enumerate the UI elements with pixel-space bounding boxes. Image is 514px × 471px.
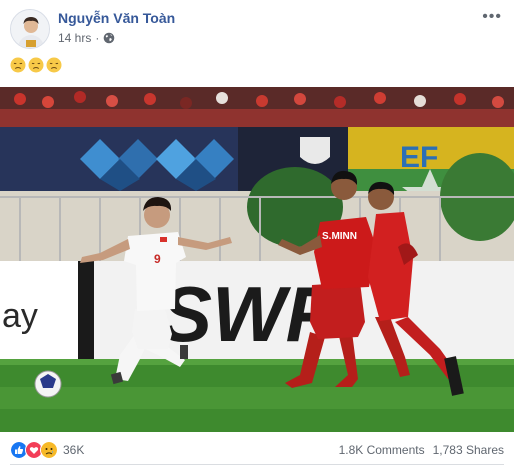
footer-divider bbox=[10, 464, 504, 465]
author-name[interactable]: Nguyễn Văn Toàn bbox=[58, 10, 175, 26]
disappointed-face-icon bbox=[46, 57, 62, 73]
disappointed-face-icon bbox=[28, 57, 44, 73]
football bbox=[34, 370, 62, 398]
sad-reaction-icon bbox=[40, 441, 58, 459]
reaction-count[interactable]: 36K bbox=[63, 443, 84, 457]
reaction-summary[interactable]: 36K bbox=[10, 441, 84, 459]
shares-count[interactable]: 1,783 Shares bbox=[433, 443, 504, 457]
post-timestamp[interactable]: 14 hrs bbox=[58, 31, 91, 45]
post-stats: 1.8K Comments 1,783 Shares bbox=[339, 443, 504, 457]
banner-text: EF bbox=[400, 141, 438, 174]
shirt-name: S.MINN bbox=[322, 231, 357, 242]
ad-board-left-text: ay bbox=[2, 297, 38, 335]
comments-count[interactable]: 1.8K Comments bbox=[339, 443, 425, 457]
globe-icon[interactable] bbox=[103, 32, 115, 44]
jersey-number: 9 bbox=[154, 252, 161, 266]
post-photo[interactable]: EF ay SWF 9 S.MINN bbox=[0, 87, 514, 432]
federation-crest-icon bbox=[300, 137, 330, 164]
disappointed-face-icon bbox=[10, 57, 26, 73]
post-message bbox=[10, 57, 62, 73]
avatar-image bbox=[11, 10, 49, 48]
post-engagement-bar: 36K 1.8K Comments 1,783 Shares bbox=[0, 437, 514, 463]
post-meta: 14 hrs · bbox=[58, 31, 115, 45]
author-avatar[interactable] bbox=[10, 9, 50, 49]
facebook-post: Nguyễn Văn Toàn 14 hrs · ••• EF ay SWF 9… bbox=[0, 0, 514, 471]
more-options-icon[interactable]: ••• bbox=[482, 9, 502, 25]
